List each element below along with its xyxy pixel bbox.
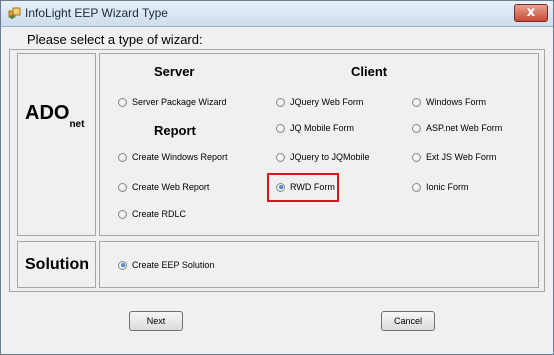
radio-server-package-wizard[interactable]: Server Package Wizard bbox=[118, 95, 227, 109]
ado-label-main: ADO bbox=[25, 102, 70, 124]
close-button[interactable]: x bbox=[514, 4, 548, 22]
radio-extjs-web-form[interactable]: Ext JS Web Form bbox=[412, 150, 496, 164]
radio-label: JQuery to JQMobile bbox=[290, 152, 370, 162]
radio-label: JQ Mobile Form bbox=[290, 123, 355, 133]
radio-label: ASP.net Web Form bbox=[426, 123, 503, 133]
radio-button bbox=[118, 209, 127, 219]
radio-create-eep-solution[interactable]: Create EEP Solution bbox=[118, 258, 214, 272]
radio-aspnet-web-form[interactable]: ASP.net Web Form bbox=[412, 121, 502, 135]
radio-label: JQuery Web Form bbox=[290, 97, 364, 107]
radio-button bbox=[412, 152, 421, 162]
radio-jquery-to-jqmobile[interactable]: JQuery to JQMobile bbox=[276, 150, 370, 164]
radio-create-web-report[interactable]: Create Web Report bbox=[118, 180, 209, 194]
close-icon: x bbox=[526, 5, 536, 20]
window-title: InfoLight EEP Wizard Type bbox=[25, 6, 168, 20]
solution-panel: Solution bbox=[17, 241, 96, 288]
radio-create-windows-report[interactable]: Create Windows Report bbox=[118, 150, 228, 164]
prompt-heading: Please select a type of wizard: bbox=[27, 32, 203, 47]
radio-jq-mobile-form[interactable]: JQ Mobile Form bbox=[276, 121, 354, 135]
radio-label: Ext JS Web Form bbox=[426, 152, 497, 162]
radio-button bbox=[118, 152, 127, 162]
radio-windows-form[interactable]: Windows Form bbox=[412, 95, 486, 109]
radio-jquery-web-form[interactable]: JQuery Web Form bbox=[276, 95, 363, 109]
cancel-button[interactable]: Cancel bbox=[381, 311, 435, 331]
radio-label: Create Web Report bbox=[132, 182, 210, 192]
radio-label: Ionic Form bbox=[426, 182, 469, 192]
radio-button bbox=[276, 152, 285, 162]
radio-label: Windows Form bbox=[426, 97, 487, 107]
radio-button bbox=[118, 97, 127, 107]
selection-highlight bbox=[267, 173, 339, 202]
radio-label: Create RDLC bbox=[132, 209, 187, 219]
radio-ionic-form[interactable]: Ionic Form bbox=[412, 180, 469, 194]
radio-label: Create EEP Solution bbox=[132, 260, 215, 270]
radio-button bbox=[118, 182, 127, 192]
radio-button bbox=[276, 123, 285, 133]
radio-create-rdlc[interactable]: Create RDLC bbox=[118, 207, 186, 221]
radio-button bbox=[412, 123, 421, 133]
server-heading: Server bbox=[154, 64, 195, 79]
ado-label-sub: net bbox=[69, 119, 85, 130]
radio-button bbox=[412, 97, 421, 107]
radio-label: Server Package Wizard bbox=[132, 97, 227, 107]
radio-label: Create Windows Report bbox=[132, 152, 228, 162]
radio-button bbox=[412, 182, 421, 192]
app-icon bbox=[8, 7, 21, 19]
ado-net-label: ADOnet bbox=[25, 102, 84, 130]
radio-button bbox=[276, 97, 285, 107]
solution-label: Solution bbox=[25, 256, 89, 273]
ado-net-panel: ADOnet bbox=[17, 53, 96, 236]
radio-button bbox=[118, 260, 127, 270]
title-bar: InfoLight EEP Wizard Type x bbox=[1, 1, 553, 27]
client-heading: Client bbox=[351, 64, 388, 79]
next-button[interactable]: Next bbox=[129, 311, 183, 331]
wizard-type-dialog: InfoLight EEP Wizard Type x Please selec… bbox=[0, 0, 554, 355]
report-heading: Report bbox=[154, 123, 196, 138]
